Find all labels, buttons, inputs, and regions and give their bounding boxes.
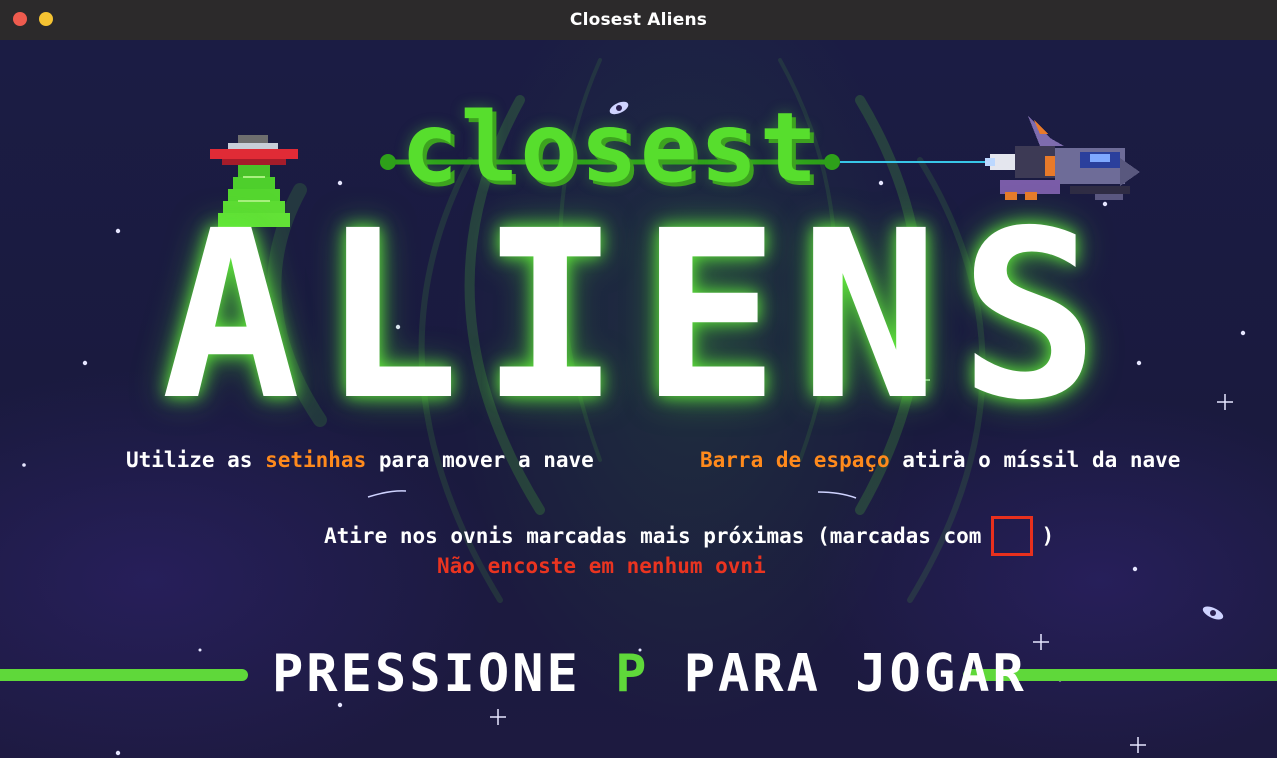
hint-shoot-text: atira o míssil da nave xyxy=(889,448,1181,472)
prompt-text-end: PARA JOGAR xyxy=(649,644,1027,704)
prompt-text: PRESSIONE xyxy=(272,644,616,704)
title-aliens: ALIENS xyxy=(160,181,1120,451)
instruction-text: Atire nos ovnis marcadas mais próximas (… xyxy=(324,524,982,548)
game-canvas[interactable]: closest ALIENS Utilize as setinhas para … xyxy=(0,40,1277,758)
hint-shoot: Barra de espaço atira o míssil da nave xyxy=(700,448,1180,472)
play-key[interactable]: P xyxy=(615,644,649,704)
window-titlebar: Closest Aliens xyxy=(0,0,1277,40)
press-to-play-prompt: PRESSIONE P PARA JOGAR xyxy=(272,644,1024,704)
hint-shoot-key: Barra de espaço xyxy=(700,448,890,472)
shooting-stars xyxy=(367,490,857,499)
hint-move-keys: setinhas xyxy=(265,448,367,472)
hint-move: Utilize as setinhas para mover a nave xyxy=(126,448,594,472)
hint-move-text-end: para mover a nave xyxy=(366,448,594,472)
decor-bar-left xyxy=(0,669,248,681)
minimize-window-button[interactable] xyxy=(39,12,53,26)
window-title: Closest Aliens xyxy=(569,10,708,30)
instruction-target: Atire nos ovnis marcadas mais próximas (… xyxy=(324,516,1054,556)
warning-text: Não encoste em nenhum ovni xyxy=(437,554,766,578)
instruction-text-end: ) xyxy=(1041,524,1055,548)
marker-box-icon xyxy=(991,516,1034,556)
close-window-button[interactable] xyxy=(13,12,27,26)
hint-move-text: Utilize as xyxy=(126,448,266,472)
